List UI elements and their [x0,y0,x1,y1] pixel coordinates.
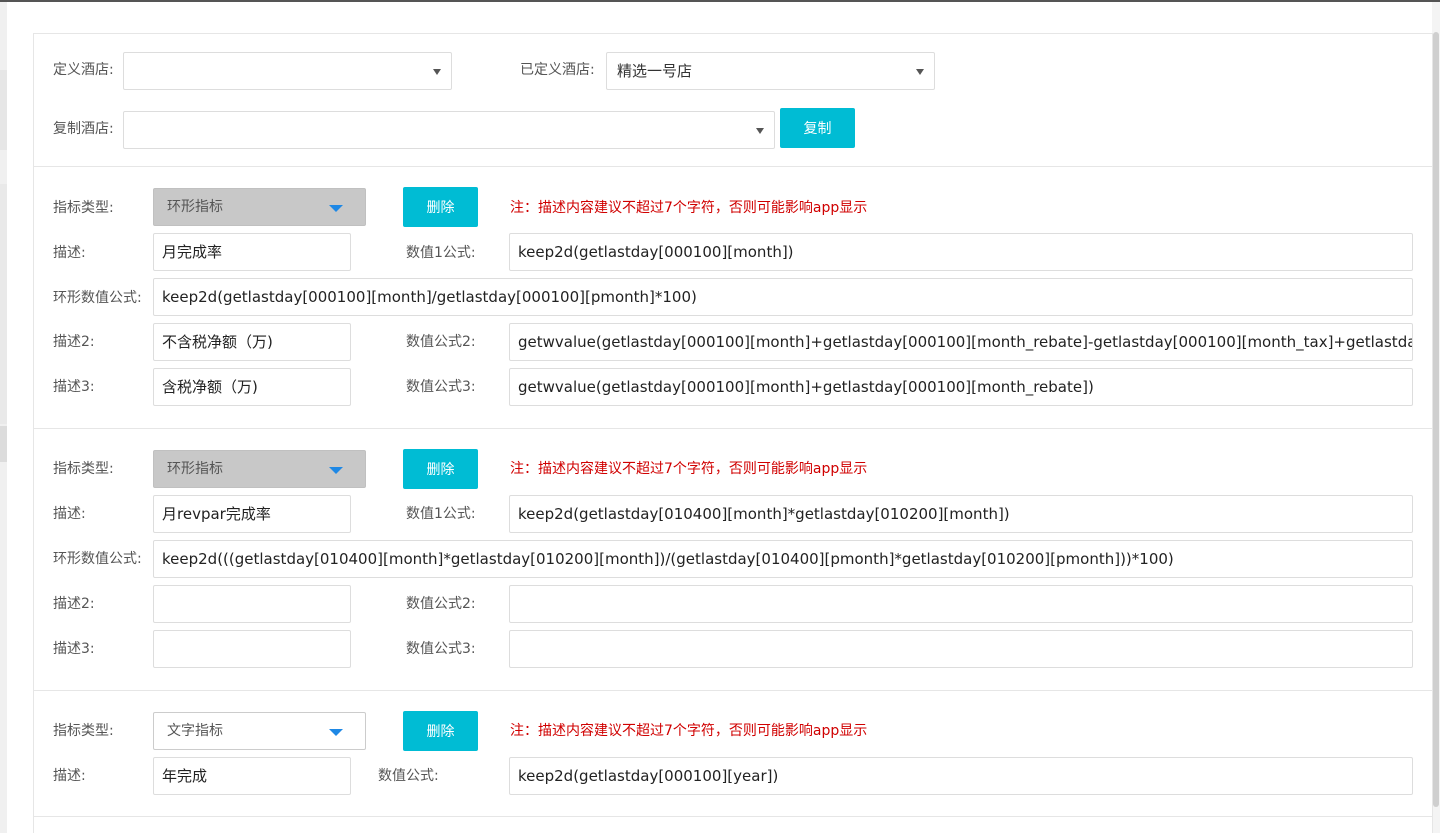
dropdown-arrow-icon [329,205,343,212]
description-input[interactable]: 年完成 [153,757,351,795]
sidebar-segment [0,184,7,424]
description2-label: 描述2: [53,596,95,612]
defined-hotel-label: 已定义酒店: [520,62,595,78]
delete-button[interactable]: 删除 [403,187,478,227]
value1-formula-label: 数值1公式: [406,506,476,522]
value2-formula-input[interactable]: getwvalue(getlastday[000100][month]+getl… [509,323,1413,361]
sidebar-segment [0,70,7,150]
description2-label: 描述2: [53,334,95,350]
indicator-type-value: 环形指标 [167,461,223,477]
indicator-type-select[interactable]: 文字指标 [153,712,366,750]
indicator-type-select[interactable]: 环形指标 [153,450,366,488]
vertical-scrollbar[interactable] [1432,2,1440,833]
value3-formula-input[interactable] [509,630,1413,668]
window-top-border [0,0,1440,2]
value-formula-label: 数值公式: [378,768,439,784]
value3-formula-input[interactable]: getwvalue(getlastday[000100][month]+getl… [509,368,1413,406]
description-label: 描述: [53,245,86,261]
indicator-type-label: 指标类型: [53,723,114,739]
define-hotel-select[interactable] [123,52,452,90]
section-divider [34,690,1432,691]
value1-formula-input[interactable]: keep2d(getlastday[000100][month]) [509,233,1413,271]
chevron-down-icon [756,128,764,134]
value2-formula-input[interactable] [509,585,1413,623]
description3-input[interactable] [153,630,351,668]
description-length-note: 注：描述内容建议不超过7个字符，否则可能影响app显示 [510,461,868,477]
description-label: 描述: [53,506,86,522]
description3-label: 描述3: [53,641,95,657]
delete-button[interactable]: 删除 [403,711,478,751]
ring-formula-input[interactable]: keep2d(getlastday[000100][month]/getlast… [153,278,1413,316]
chevron-down-icon [433,69,441,75]
description2-input[interactable] [153,585,351,623]
indicator-type-label: 指标类型: [53,200,114,216]
chevron-down-icon [916,69,924,75]
defined-hotel-select[interactable]: 精选一号店 [606,52,935,90]
sidebar-collapse-handle[interactable] [0,426,7,462]
delete-button[interactable]: 删除 [403,449,478,489]
indicator-type-select[interactable]: 环形指标 [153,188,366,226]
copy-button[interactable]: 复制 [780,108,855,148]
dropdown-arrow-icon [329,729,343,736]
description3-input[interactable]: 含税净额（万) [153,368,351,406]
description-length-note: 注：描述内容建议不超过7个字符，否则可能影响app显示 [510,200,868,216]
section-divider [34,166,1432,167]
copy-hotel-label: 复制酒店: [53,121,114,137]
description-input[interactable]: 月完成率 [153,233,351,271]
indicator-type-value: 文字指标 [167,723,223,739]
description-input[interactable]: 月revpar完成率 [153,495,351,533]
value1-formula-label: 数值1公式: [406,245,476,261]
value2-formula-label: 数值公式2: [406,596,476,612]
copy-hotel-select[interactable] [123,111,775,149]
indicator-type-label: 指标类型: [53,461,114,477]
description-label: 描述: [53,768,86,784]
section-divider [34,816,1432,817]
value3-formula-label: 数值公式3: [406,641,476,657]
dropdown-arrow-icon [329,467,343,474]
value3-formula-label: 数值公式3: [406,379,476,395]
ring-formula-input[interactable]: keep2d(((getlastday[010400][month]*getla… [153,540,1413,578]
defined-hotel-value: 精选一号店 [617,62,693,80]
description2-input[interactable]: 不含税净额（万) [153,323,351,361]
indicator-type-value: 环形指标 [167,199,223,215]
left-sidebar-edge [0,2,7,833]
ring-formula-label: 环形数值公式: [53,290,142,306]
section-divider [34,428,1432,429]
indicator-config-panel: 定义酒店: 已定义酒店: 精选一号店 复制酒店: 复制 指标类型: 环形指标 删… [33,33,1433,833]
description3-label: 描述3: [53,379,95,395]
value1-formula-input[interactable]: keep2d(getlastday[010400][month]*getlast… [509,495,1413,533]
scrollbar-thumb[interactable] [1433,32,1439,807]
value2-formula-label: 数值公式2: [406,334,476,350]
ring-formula-label: 环形数值公式: [53,551,142,567]
define-hotel-label: 定义酒店: [53,62,114,78]
description-length-note: 注：描述内容建议不超过7个字符，否则可能影响app显示 [510,723,868,739]
value-formula-input[interactable]: keep2d(getlastday[000100][year]) [509,757,1413,795]
